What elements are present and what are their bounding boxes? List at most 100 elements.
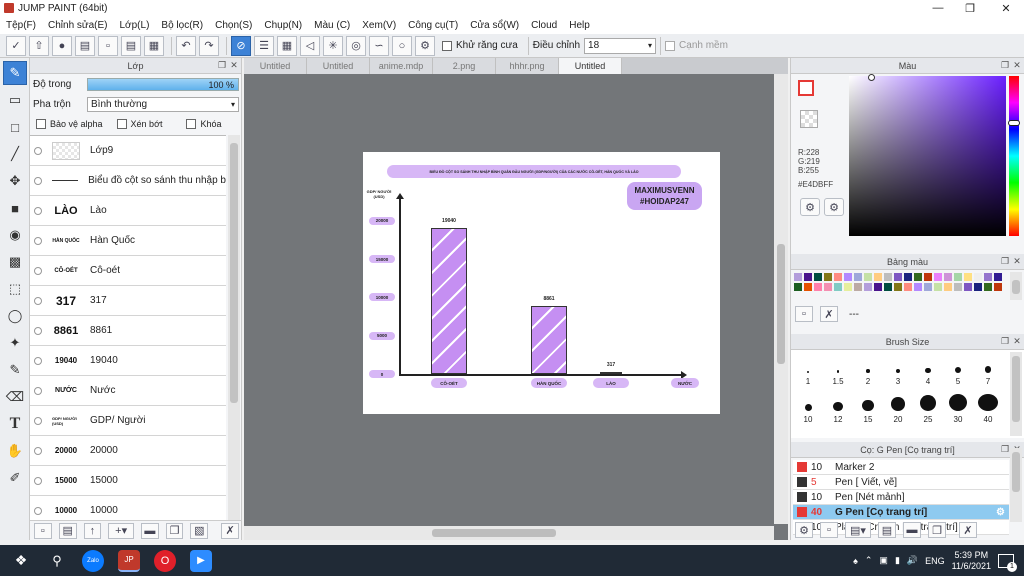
bucket-icon[interactable]: ◉ <box>3 223 27 247</box>
transparent-swatch[interactable] <box>800 110 818 128</box>
radial-icon[interactable]: ✳ <box>323 35 343 56</box>
palette-icon[interactable]: ⚙ <box>800 198 820 216</box>
brush-settings-icon[interactable]: ⚙ <box>795 522 813 538</box>
windows-start-icon[interactable]: ❖ <box>10 550 32 572</box>
brush-scrollbar-thumb[interactable] <box>1012 452 1020 492</box>
eyedropper-icon[interactable]: ✐ <box>3 466 27 490</box>
minimize-button[interactable]: — <box>920 0 956 16</box>
brush-size-option[interactable]: 7 <box>973 356 1003 386</box>
layer-up-icon[interactable]: ↑ <box>83 522 102 539</box>
select-eraser-icon[interactable]: ⌫ <box>3 385 27 409</box>
message-icon[interactable]: ▤ <box>75 35 95 56</box>
layer-row[interactable]: NƯỚC Nước <box>30 376 226 406</box>
artwork-canvas[interactable]: BIỂU ĐỒ CỘT SO SÁNH THU NHẬP BÌNH QUÂN Đ… <box>363 152 720 414</box>
menu-edit[interactable]: Chỉnh sửa(E) <box>42 20 114 31</box>
palette-swatch[interactable] <box>934 273 942 281</box>
layer-scrollbar[interactable] <box>228 135 240 520</box>
search-icon[interactable]: ⚲ <box>46 550 68 572</box>
document-icon[interactable]: ▫ <box>98 35 118 56</box>
palette-swatch[interactable] <box>964 273 972 281</box>
palette-swatch[interactable] <box>904 283 912 291</box>
document-tab[interactable]: 2.png <box>433 58 496 74</box>
palette-swatch[interactable] <box>904 273 912 281</box>
palette-swatch[interactable] <box>914 283 922 291</box>
palette-swatch[interactable] <box>824 273 832 281</box>
curve-icon[interactable]: ∽ <box>369 35 389 56</box>
layer-row[interactable]: 8861 8861 <box>30 316 226 346</box>
merge-icon[interactable]: ❐ <box>165 522 184 539</box>
perspective-icon[interactable]: ◁ <box>300 35 320 56</box>
brush-size-option[interactable]: 5 <box>943 356 973 386</box>
layer-row[interactable]: 317 317 <box>30 286 226 316</box>
palette-swatch[interactable] <box>804 273 812 281</box>
new-palette-icon[interactable]: ▫ <box>795 306 813 322</box>
visibility-icon[interactable] <box>34 206 42 215</box>
jump-paint-icon[interactable]: JP <box>118 549 140 572</box>
circle-icon[interactable]: ○ <box>392 35 412 56</box>
palette-swatch[interactable] <box>994 283 1002 291</box>
trash-icon[interactable]: ✗ <box>959 522 977 538</box>
palette-swatch[interactable] <box>954 283 962 291</box>
visibility-icon[interactable] <box>34 146 42 155</box>
palette-swatch[interactable] <box>894 283 902 291</box>
palette-swatch[interactable] <box>844 283 852 291</box>
menu-layer[interactable]: Lớp(L) <box>114 20 156 31</box>
input-language[interactable]: ENG <box>925 556 945 566</box>
copy-layer-icon[interactable]: ▤ <box>58 522 77 539</box>
layer-row[interactable]: HÀN QUỐC Hàn Quốc <box>30 226 226 256</box>
duplicate-icon[interactable]: ❐ <box>928 522 946 538</box>
palette-swatch[interactable] <box>814 283 822 291</box>
add-layer-menu-icon[interactable]: +▾ <box>108 522 134 539</box>
zoom-icon[interactable]: ▶ <box>190 549 212 572</box>
rectangle-icon[interactable]: □ <box>3 115 27 139</box>
menu-filter[interactable]: Bộ lọc(R) <box>155 20 209 31</box>
brush-size-option[interactable]: 12 <box>823 394 853 424</box>
brush-size-option[interactable]: 20 <box>883 394 913 424</box>
close-button[interactable]: ✕ <box>988 0 1024 16</box>
hue-slider[interactable] <box>1008 76 1020 236</box>
undock-icon[interactable]: ❐ <box>1000 444 1010 454</box>
palette-swatch[interactable] <box>884 283 892 291</box>
menu-help[interactable]: Help <box>563 20 596 31</box>
mask-icon[interactable]: ▧ <box>190 522 209 539</box>
folder-icon[interactable]: ▬ <box>903 522 921 538</box>
visibility-icon[interactable] <box>34 326 42 335</box>
trash-icon[interactable]: ✗ <box>820 306 838 322</box>
brush-scrollbar[interactable] <box>1010 448 1022 522</box>
saturation-value-field[interactable] <box>849 74 1006 236</box>
menu-view[interactable]: Xem(V) <box>356 20 402 31</box>
chevron-up-icon[interactable]: ⌃ <box>865 555 873 566</box>
clip-checkbox[interactable] <box>116 118 127 129</box>
notification-icon[interactable]: 1 <box>998 553 1017 572</box>
close-panel-icon[interactable]: ✕ <box>229 60 239 70</box>
grid-list-icon[interactable]: ▦ <box>144 35 164 56</box>
undock-icon[interactable]: ❐ <box>217 60 227 70</box>
pen-tool-icon[interactable]: ✎ <box>3 61 27 85</box>
layer-row[interactable]: CÔ-OÉT Cô-oét <box>30 256 226 286</box>
clock[interactable]: 5:39 PM 11/6/2021 <box>952 550 991 572</box>
palette-swatch[interactable] <box>854 273 862 281</box>
visibility-icon[interactable] <box>34 416 42 425</box>
palette-swatch[interactable] <box>804 283 812 291</box>
palette-swatch[interactable] <box>874 283 882 291</box>
brush-item[interactable]: 10 Marker 2 <box>793 460 1009 475</box>
palette-swatch[interactable] <box>954 273 962 281</box>
menu-window[interactable]: Cửa sổ(W) <box>464 20 525 31</box>
select-rect-icon[interactable]: ⬚ <box>3 277 27 301</box>
palette-swatch[interactable] <box>864 283 872 291</box>
brush-size-scrollbar[interactable] <box>1010 352 1022 436</box>
palette-swatch[interactable] <box>914 273 922 281</box>
palette-swatch[interactable] <box>824 283 832 291</box>
brush-menu-icon[interactable]: ▤▾ <box>845 522 871 538</box>
canvas-vscroll-thumb[interactable] <box>777 244 785 364</box>
palette-swatch[interactable] <box>794 273 802 281</box>
palette-swatch[interactable] <box>924 283 932 291</box>
speech-bubble-icon[interactable]: ● <box>52 35 72 56</box>
text-icon[interactable]: T <box>3 412 27 436</box>
palette-swatch[interactable] <box>794 283 802 291</box>
layer-row[interactable]: 20000 20000 <box>30 436 226 466</box>
palette-swatch[interactable] <box>944 273 952 281</box>
document-tab-active[interactable]: Untitled <box>559 58 622 74</box>
brush-size-option[interactable]: 1.5 <box>823 356 853 386</box>
layer-row[interactable]: GDP/ NGƯỜI (USD) GDP/ Người <box>30 406 226 436</box>
